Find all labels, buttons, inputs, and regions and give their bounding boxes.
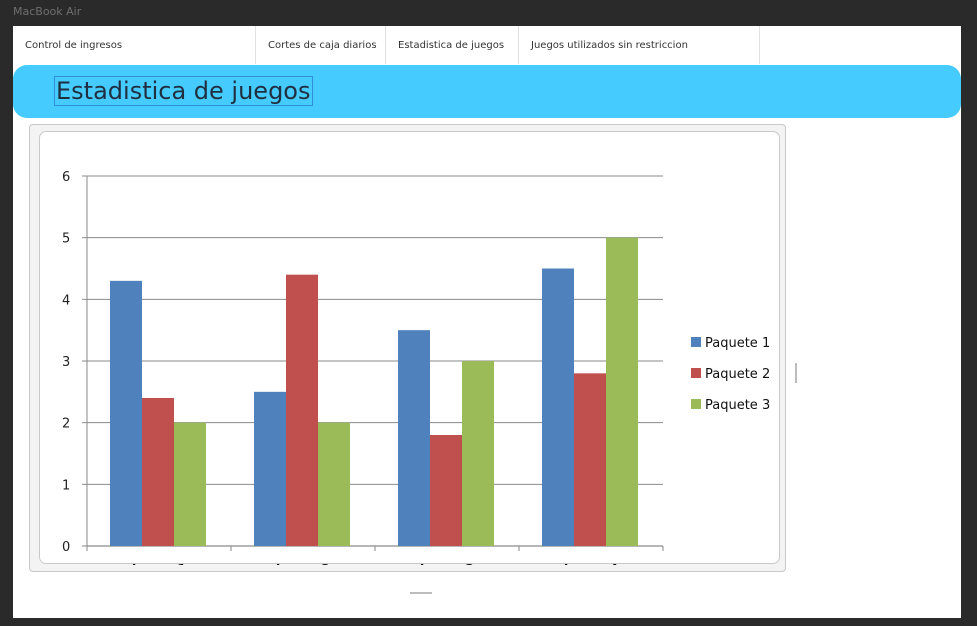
bar (110, 280, 142, 546)
bar (430, 435, 462, 546)
bar (606, 237, 638, 546)
bar (398, 330, 430, 546)
bar (542, 268, 574, 546)
bar (462, 361, 494, 546)
legend-swatch (691, 337, 701, 347)
header-banner: Estadistica de juegos (13, 65, 961, 118)
y-tick-label: 1 (62, 478, 70, 493)
nav-item-control-de-ingresos[interactable]: Control de ingresos (13, 26, 256, 64)
bar (254, 391, 286, 546)
x-tick-label: juego 2 (275, 563, 330, 565)
nav-item-cortes-de-caja[interactable]: Cortes de caja diarios (256, 26, 386, 64)
device-label: MacBook Air (13, 5, 82, 18)
bar (174, 422, 206, 546)
x-tick-label: juego 4 (563, 563, 618, 565)
y-tick-label: 6 (62, 170, 70, 185)
top-nav: Control de ingresos Cortes de caja diari… (13, 26, 961, 64)
bar (318, 422, 350, 546)
y-tick-label: 5 (62, 232, 70, 247)
legend-label: Paquete 1 (705, 336, 770, 351)
x-tick-label: juego 3 (419, 563, 474, 565)
resize-handle-right[interactable] (795, 363, 797, 383)
resize-handle-bottom[interactable] (410, 592, 432, 594)
page-title: Estadistica de juegos (54, 76, 313, 106)
y-tick-label: 0 (62, 540, 70, 555)
y-tick-label: 2 (62, 417, 70, 432)
chart-area: 0 1 2 3 4 5 6 juego 1 juego 2 juego 3 juego 4 Paque… (39, 131, 780, 578)
legend-swatch (691, 368, 701, 378)
bar (574, 373, 606, 546)
nav-item-estadistica-de-juegos[interactable]: Estadistica de juegos (386, 26, 519, 64)
y-tick-label: 3 (62, 355, 70, 370)
bar-chart: 0 1 2 3 4 5 6 juego 1 juego 2 juego 3 juego 4 Paque… (62, 170, 770, 578)
legend-label: Paquete 2 (705, 367, 770, 382)
bar (286, 274, 318, 546)
bar (142, 398, 174, 546)
y-tick-label: 4 (62, 293, 70, 308)
x-tick-label: juego 1 (131, 563, 186, 565)
legend-label: Paquete 3 (705, 398, 770, 413)
nav-item-juegos-sin-restriccion[interactable]: Juegos utilizados sin restriccion (519, 26, 760, 64)
legend-swatch (691, 399, 701, 409)
